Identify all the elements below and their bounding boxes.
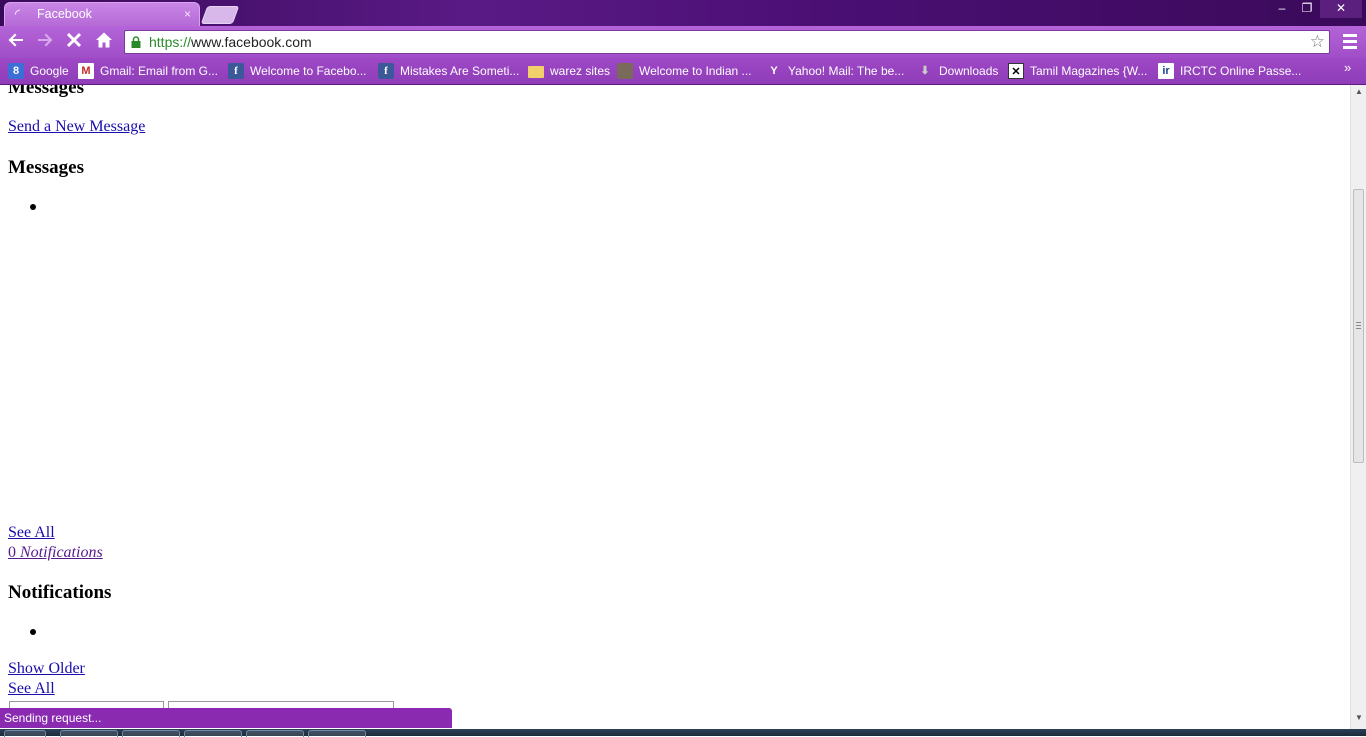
bookmark-folder-warez[interactable]: warez sites — [528, 62, 610, 80]
stop-button[interactable] — [63, 31, 85, 53]
tab-facebook[interactable]: ◜ Facebook × — [4, 2, 200, 26]
bookmark-yahoo[interactable]: Y Yahoo! Mail: The be... — [766, 62, 904, 80]
tab-close-icon[interactable]: × — [184, 7, 191, 21]
back-button[interactable] — [5, 31, 27, 53]
notifications-label: Notifications — [20, 544, 103, 561]
send-new-message-link[interactable]: Send a New Message — [8, 118, 145, 136]
loading-spinner-icon: ◜ — [15, 6, 21, 21]
browser-toolbar: https://www.facebook.com ☆ — [0, 26, 1366, 58]
new-tab-button[interactable] — [200, 6, 240, 24]
bookmark-star-icon[interactable]: ☆ — [1310, 32, 1325, 52]
url-host: www.facebook.com — [191, 34, 312, 50]
list-item — [30, 629, 36, 635]
facebook-icon: f — [378, 63, 394, 79]
grip-icon — [1356, 320, 1361, 331]
download-icon: ⬇ — [920, 65, 930, 77]
back-arrow-icon — [8, 33, 23, 47]
taskbar — [0, 729, 1366, 737]
forward-button[interactable] — [34, 31, 56, 53]
site-icon — [617, 63, 633, 79]
bookmarks-bar: 8 Google M Gmail: Email from G... f Welcome… — [0, 58, 1366, 85]
minimize-button[interactable]: – — [1270, 0, 1294, 18]
bookmark-label: Downloads — [939, 64, 999, 78]
gmail-icon: M — [78, 63, 94, 79]
messages-heading: Messages — [8, 157, 84, 178]
irctc-icon: ir — [1158, 63, 1174, 79]
see-all-messages-link[interactable]: See All — [8, 524, 55, 542]
bookmark-label: Yahoo! Mail: The be... — [788, 64, 905, 78]
bookmarks-overflow-icon[interactable]: » — [1344, 60, 1351, 75]
bookmark-label: Mistakes Are Someti... — [400, 64, 520, 78]
site-icon: ✕ — [1008, 63, 1024, 79]
bookmark-tamil[interactable]: ✕ Tamil Magazines {W... — [1008, 62, 1147, 80]
address-bar[interactable]: https://www.facebook.com ☆ — [124, 30, 1330, 54]
messages-heading-top: Messages — [8, 85, 84, 98]
see-all-notifications-link[interactable]: See All — [8, 680, 55, 698]
close-window-button[interactable]: ✕ — [1320, 0, 1362, 18]
close-icon: ✕ — [1335, 1, 1347, 15]
menu-icon — [1343, 34, 1357, 37]
bookmark-facebook[interactable]: f Welcome to Facebo... — [228, 62, 367, 80]
maximize-button[interactable]: ❐ — [1295, 0, 1319, 18]
stop-icon — [66, 32, 82, 48]
bookmark-gmail[interactable]: M Gmail: Email from G... — [78, 62, 218, 80]
bookmark-irctc[interactable]: ir IRCTC Online Passe... — [1158, 62, 1301, 80]
folder-icon — [528, 66, 544, 78]
bookmark-indian[interactable]: Welcome to Indian ... — [617, 62, 752, 80]
vertical-scrollbar[interactable]: ▲ ▼ — [1350, 85, 1366, 729]
yahoo-icon: Y — [770, 65, 778, 77]
bookmark-label: Gmail: Email from G... — [100, 64, 219, 78]
bookmark-label: Welcome to Indian ... — [639, 64, 752, 78]
url-text: https://www.facebook.com — [149, 34, 312, 50]
page-content: Messages Send a New Message Messages See… — [0, 85, 1350, 729]
notifications-heading: Notifications — [8, 582, 112, 603]
url-scheme: https:// — [149, 34, 192, 50]
home-icon — [96, 32, 112, 48]
list-item — [30, 204, 36, 210]
scroll-up-icon[interactable]: ▲ — [1353, 87, 1365, 101]
home-button[interactable] — [93, 31, 115, 53]
tab-title: Facebook — [37, 7, 92, 21]
scrollbar-thumb[interactable] — [1353, 189, 1364, 463]
facebook-icon: f — [228, 63, 244, 79]
show-older-link[interactable]: Show Older — [8, 660, 85, 678]
bookmark-downloads[interactable]: ⬇ Downloads — [917, 62, 998, 80]
menu-button[interactable] — [1340, 31, 1360, 53]
bookmark-mistakes[interactable]: f Mistakes Are Someti... — [378, 62, 519, 80]
bookmark-google[interactable]: 8 Google — [8, 62, 69, 80]
notifications-count: 0 — [8, 544, 16, 561]
restore-icon: ❐ — [1301, 1, 1313, 15]
notifications-link[interactable]: 0 Notifications — [8, 544, 103, 562]
bookmark-label: warez sites — [550, 64, 611, 78]
bookmark-label: Tamil Magazines {W... — [1030, 64, 1148, 78]
google-icon: 8 — [8, 63, 24, 79]
forward-arrow-icon — [38, 33, 53, 47]
lock-icon — [131, 36, 141, 48]
title-bar: ◜ Facebook × – ❐ ✕ — [0, 0, 1366, 26]
minimize-icon: – — [1278, 1, 1286, 15]
scroll-down-icon[interactable]: ▼ — [1353, 713, 1365, 727]
bookmark-label: IRCTC Online Passe... — [1180, 64, 1302, 78]
bookmark-label: Welcome to Facebo... — [250, 64, 367, 78]
bookmark-label: Google — [30, 64, 69, 78]
status-bubble: Sending request... — [0, 708, 452, 728]
